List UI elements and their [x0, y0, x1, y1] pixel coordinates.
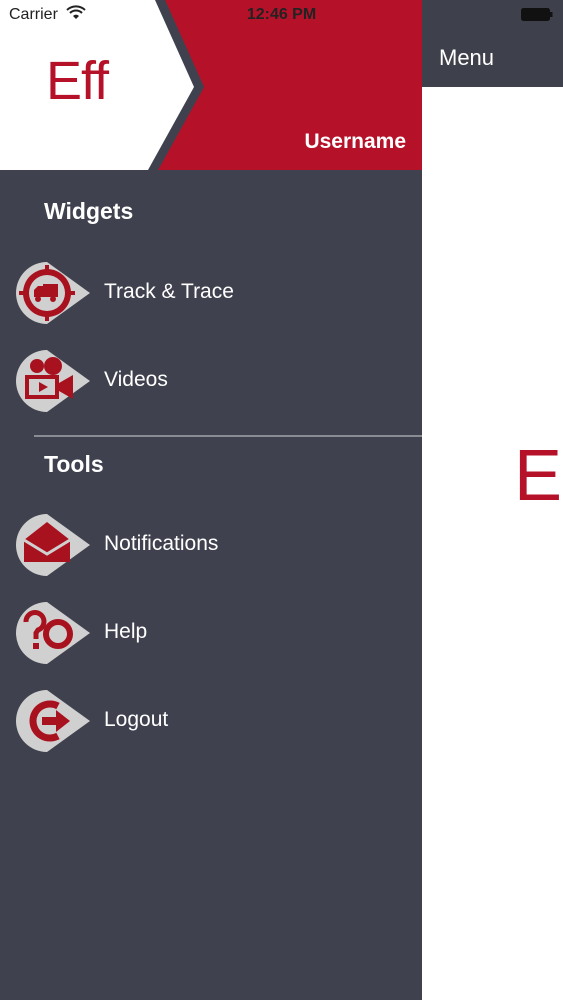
menu-item-label: Logout	[104, 708, 169, 731]
section-title-widgets: Widgets	[44, 198, 134, 224]
truck-target-icon	[16, 262, 90, 324]
section-title-tools: Tools	[44, 451, 104, 477]
brand-logo: Eff	[46, 51, 109, 111]
menu-item-label: Track & Trace	[104, 280, 234, 303]
envelope-icon	[16, 514, 90, 576]
menu-item-label: Videos	[104, 368, 168, 391]
battery-icon	[521, 8, 553, 21]
section-divider	[34, 435, 422, 437]
username-label[interactable]: Username	[304, 130, 406, 154]
status-bar: Carrier 12:46 PM	[0, 0, 563, 30]
main-logo: E	[514, 436, 563, 516]
video-camera-icon	[16, 350, 90, 412]
lifebuoy-question-icon	[16, 602, 90, 664]
menu-item-help[interactable]: Help	[0, 592, 422, 672]
menu-item-videos[interactable]: Videos	[0, 340, 422, 420]
main-header-title: Menu	[439, 45, 495, 70]
menu-item-track-trace[interactable]: Track & Trace	[0, 252, 422, 332]
menu-item-logout[interactable]: Logout	[0, 680, 422, 760]
status-time: 12:46 PM	[246, 6, 317, 23]
side-drawer: Eff Username Widgets Track & Trace Video…	[0, 0, 422, 1000]
logout-arrow-icon	[16, 690, 90, 752]
menu-item-label: Notifications	[104, 532, 219, 555]
menu-item-label: Help	[104, 620, 148, 643]
menu-item-notifications[interactable]: Notifications	[0, 504, 422, 584]
